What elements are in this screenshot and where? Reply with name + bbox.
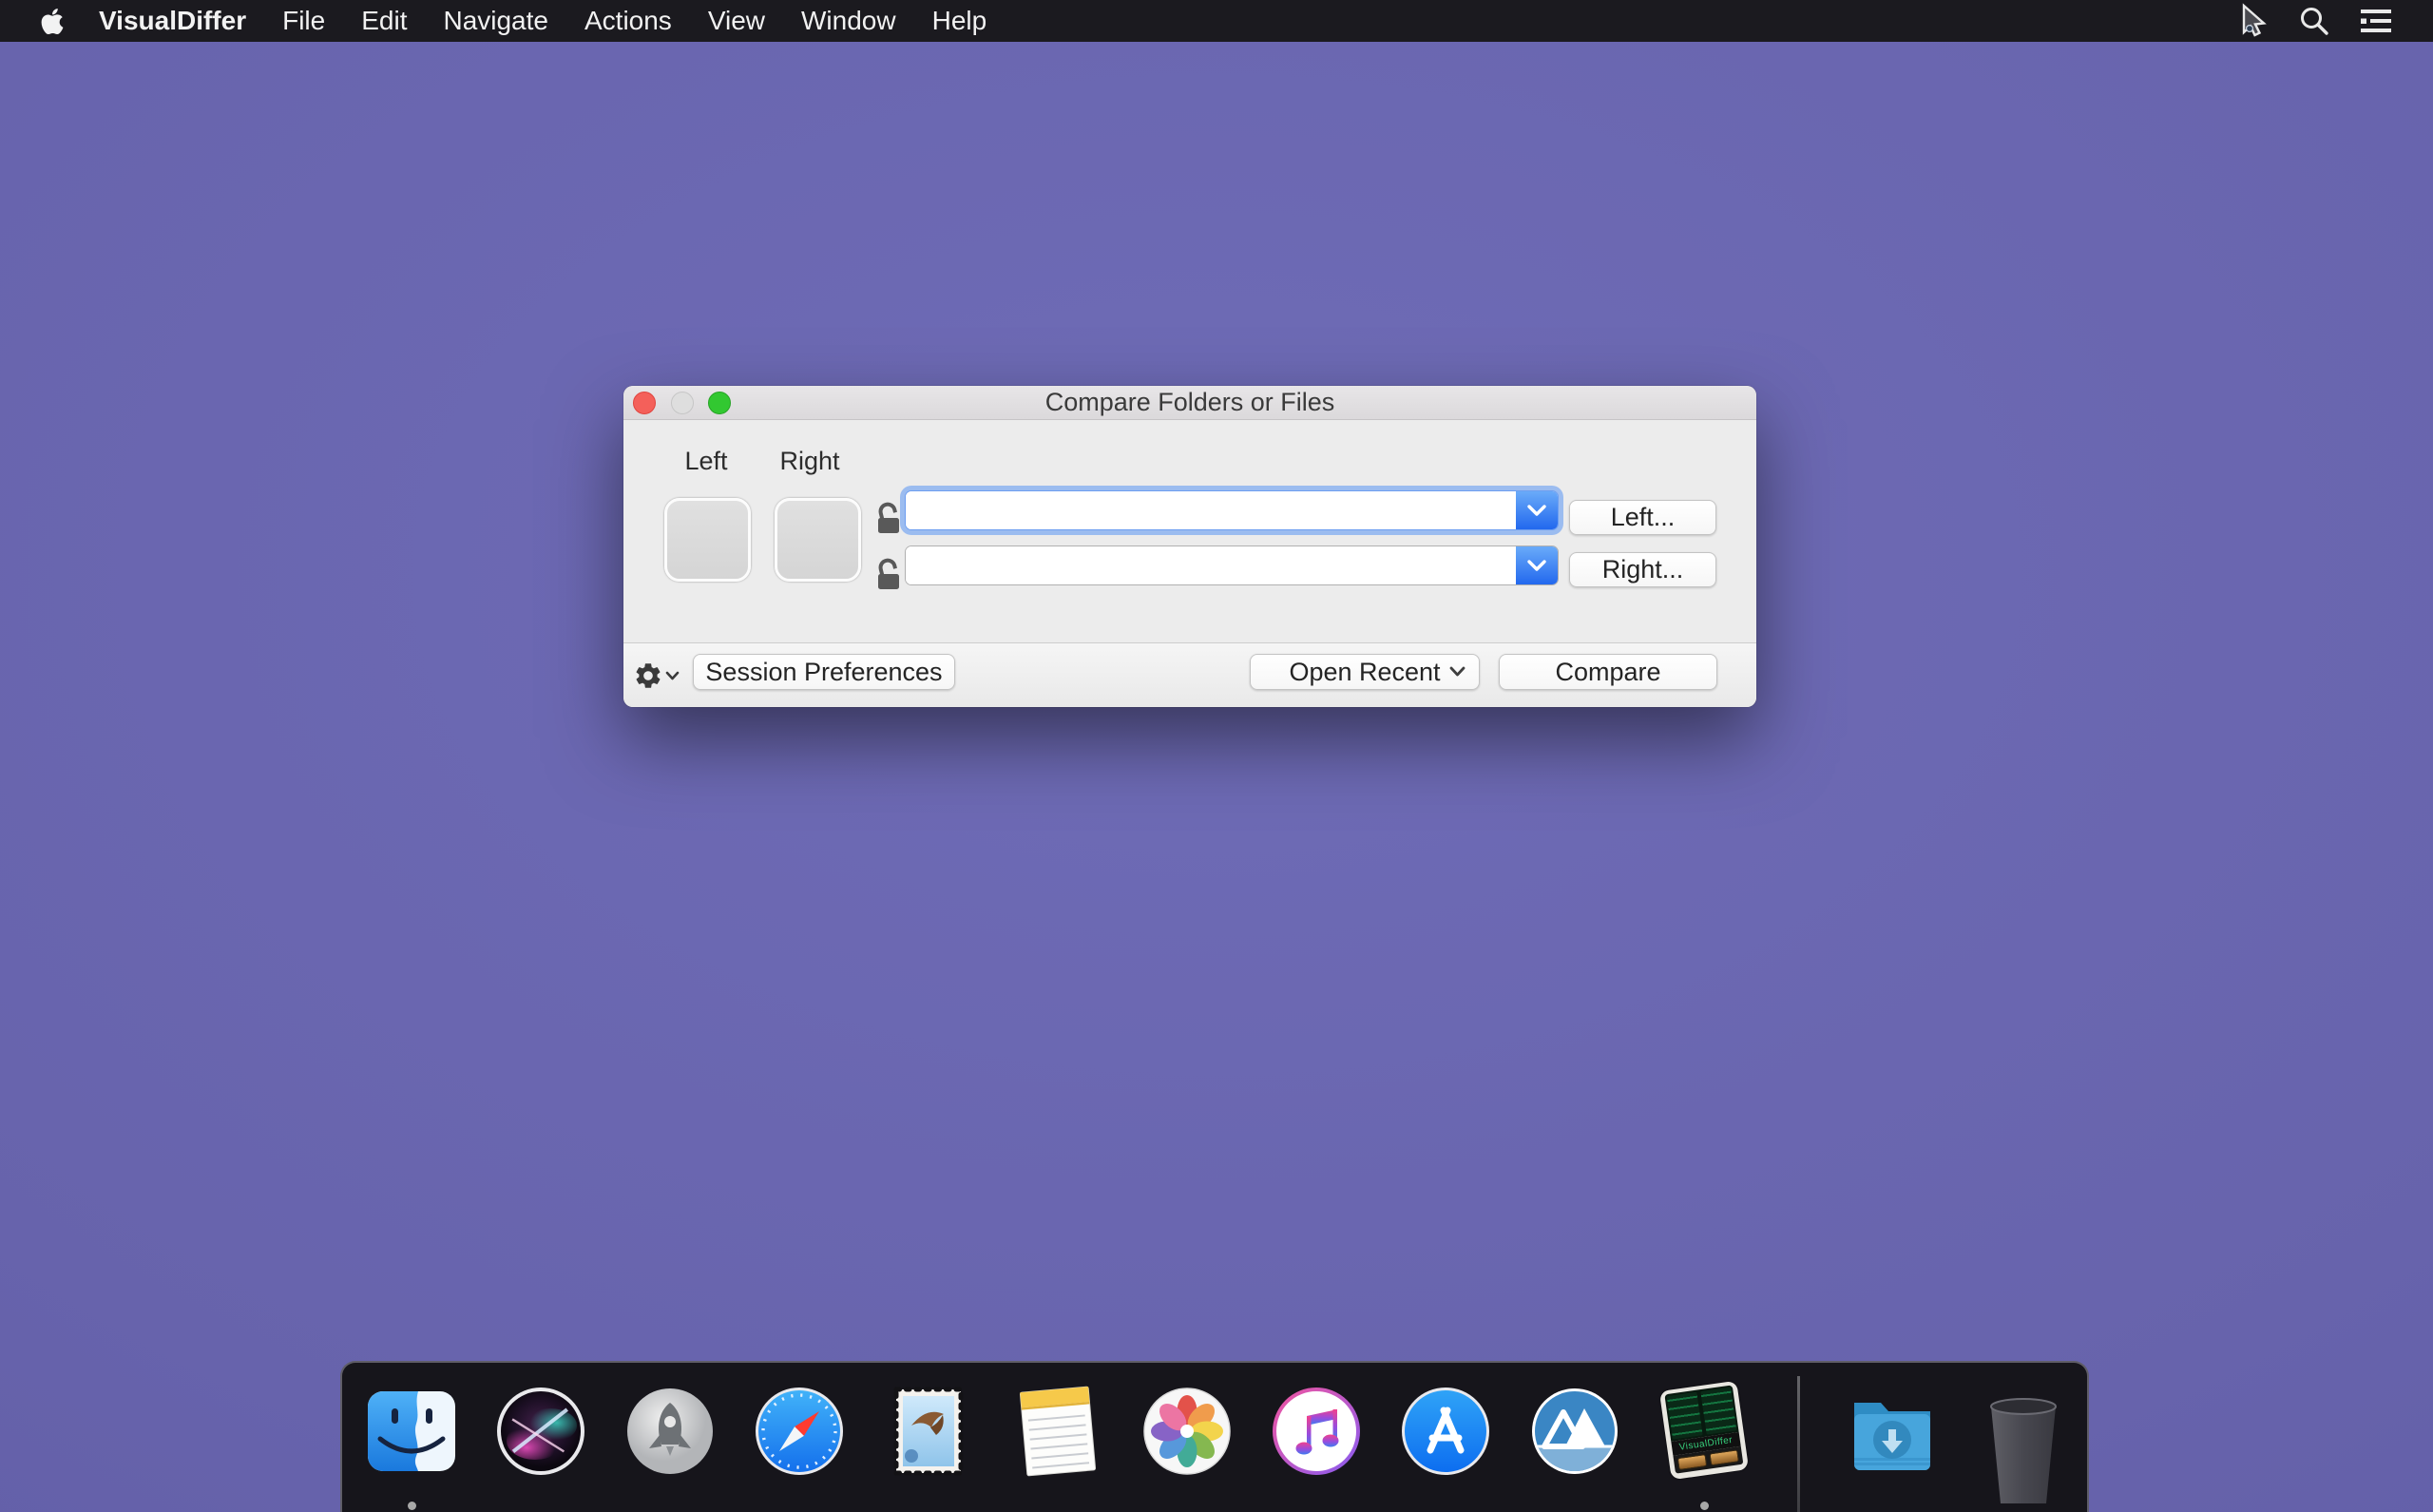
menu-app-name[interactable]: VisualDiffer xyxy=(99,6,246,36)
dock-siri-icon[interactable] xyxy=(495,1386,586,1477)
dock-trash-icon[interactable] xyxy=(1978,1386,2069,1503)
chevron-down-icon xyxy=(665,671,680,679)
dock-launchpad-icon[interactable] xyxy=(624,1386,716,1477)
left-column-label: Left xyxy=(684,447,728,475)
chevron-down-icon xyxy=(1527,505,1546,516)
dock-downloads-folder-icon[interactable] xyxy=(1847,1386,1938,1477)
menu-item-help[interactable]: Help xyxy=(932,6,987,36)
zoom-button[interactable] xyxy=(708,392,731,414)
chevron-down-icon xyxy=(1527,560,1546,571)
dock-notes-icon[interactable] xyxy=(1012,1386,1103,1477)
right-folder-thumbnail-well[interactable] xyxy=(775,498,861,582)
dock-photos-icon[interactable] xyxy=(1141,1386,1233,1477)
dock-finder-icon[interactable] xyxy=(366,1386,457,1477)
left-path-dropdown-button[interactable] xyxy=(1516,491,1558,529)
right-unlocked-icon[interactable] xyxy=(873,558,904,592)
dialog-bottom-bar: Session Preferences Open Recent Compare xyxy=(623,642,1756,707)
visualdiffer-running-indicator xyxy=(1700,1502,1709,1510)
browse-right-button[interactable]: Right... xyxy=(1569,552,1716,587)
dock-app-store-icon[interactable] xyxy=(1400,1386,1491,1477)
close-button[interactable] xyxy=(633,392,656,414)
right-path-combobox[interactable] xyxy=(905,545,1559,585)
menu-item-file[interactable]: File xyxy=(282,6,325,36)
open-recent-dropdown[interactable]: Open Recent xyxy=(1250,654,1480,690)
menu-item-actions[interactable]: Actions xyxy=(584,6,672,36)
dock-itunes-icon[interactable] xyxy=(1271,1386,1362,1477)
right-path-input[interactable] xyxy=(906,546,1516,584)
compare-dialog-window: Compare Folders or Files Left Right Left… xyxy=(623,386,1756,707)
left-folder-thumbnail-well[interactable] xyxy=(664,498,751,582)
desktop: VisualDiffer File Edit Navigate Actions … xyxy=(0,0,2433,1512)
dialog-titlebar[interactable]: Compare Folders or Files xyxy=(623,386,1756,420)
menu-bar: VisualDiffer File Edit Navigate Actions … xyxy=(0,0,2433,42)
compare-button[interactable]: Compare xyxy=(1499,654,1717,690)
left-path-input[interactable] xyxy=(906,491,1516,529)
search-icon[interactable] xyxy=(2298,5,2330,37)
dialog-title: Compare Folders or Files xyxy=(1044,388,1335,416)
dock-mountains-app-icon[interactable] xyxy=(1529,1386,1620,1477)
browse-left-button[interactable]: Left... xyxy=(1569,500,1716,535)
minimize-button xyxy=(671,392,694,414)
actions-gear-button[interactable] xyxy=(633,657,682,695)
dock-divider xyxy=(1797,1376,1800,1512)
right-path-dropdown-button[interactable] xyxy=(1516,546,1558,584)
session-preferences-button[interactable]: Session Preferences xyxy=(693,654,955,690)
right-column-label: Right xyxy=(779,447,840,475)
left-path-combobox[interactable] xyxy=(905,490,1559,530)
notification-list-icon[interactable] xyxy=(2359,7,2393,35)
pointer-icon[interactable] xyxy=(2235,3,2270,39)
menu-item-navigate[interactable]: Navigate xyxy=(443,6,548,36)
dock-safari-icon[interactable] xyxy=(754,1386,845,1477)
dock: VisualDiffer xyxy=(340,1361,2089,1512)
gear-icon xyxy=(636,663,661,688)
dock-mail-icon[interactable] xyxy=(883,1386,974,1477)
apple-menu-icon[interactable] xyxy=(40,7,65,36)
finder-running-indicator xyxy=(408,1502,416,1510)
menu-item-window[interactable]: Window xyxy=(801,6,896,36)
menu-item-view[interactable]: View xyxy=(708,6,765,36)
menu-item-edit[interactable]: Edit xyxy=(361,6,407,36)
open-recent-label: Open Recent xyxy=(1289,657,1441,686)
dock-visualdiffer-icon[interactable]: VisualDiffer xyxy=(1658,1380,1750,1481)
chevron-down-icon xyxy=(1449,666,1466,677)
left-unlocked-icon[interactable] xyxy=(873,502,904,536)
